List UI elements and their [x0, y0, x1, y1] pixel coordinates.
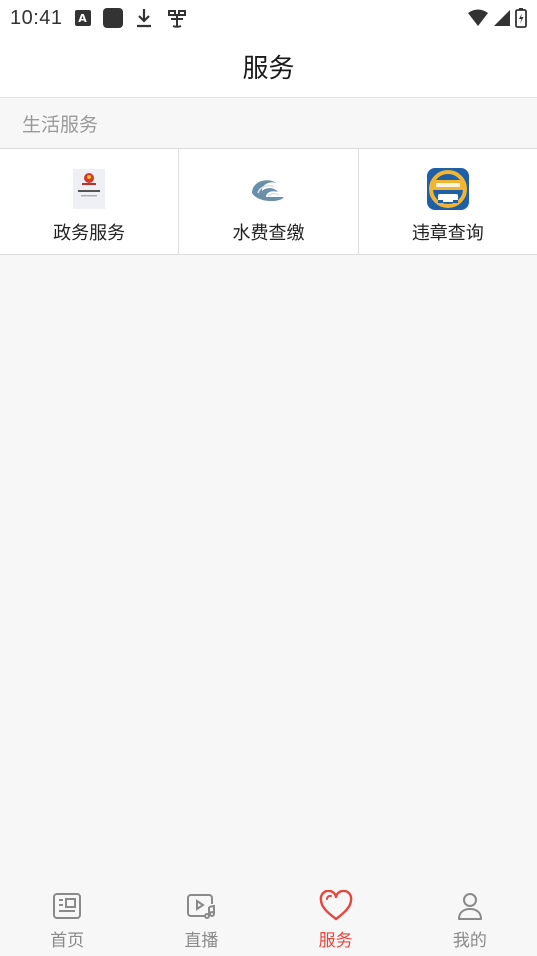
square-icon: [102, 8, 123, 28]
app-header: 服务: [0, 36, 537, 98]
government-emblem-icon: [67, 167, 111, 211]
status-left: 10:41 A: [10, 6, 189, 30]
heart-icon: [318, 888, 354, 924]
nav-item-mine[interactable]: 我的: [403, 880, 537, 956]
newspaper-icon: [49, 888, 85, 924]
bottom-nav: 首页 直播 服务 我的: [0, 880, 537, 956]
download-icon: [135, 7, 153, 29]
service-label: 违章查询: [411, 223, 484, 244]
live-video-icon: [183, 888, 219, 924]
status-bar: 10:41 A: [0, 0, 537, 36]
wifi-icon: [467, 9, 489, 27]
nav-item-live[interactable]: 直播: [134, 880, 268, 956]
nav-item-home[interactable]: 首页: [0, 880, 134, 956]
service-item-government[interactable]: 政务服务: [0, 149, 180, 254]
status-right: [467, 8, 527, 28]
bug-icon: [165, 6, 189, 30]
nav-label: 我的: [452, 931, 487, 951]
status-time: 10:41: [10, 6, 63, 29]
screen: 10:41 A 服务 生活服务 政务服务 水费查缴 违章查询 首页 直播 服务 …: [0, 0, 537, 956]
traffic-violation-icon: [426, 167, 470, 211]
section-title: 生活服务: [22, 114, 99, 136]
page-title: 服务: [242, 54, 295, 84]
water-waves-icon: [246, 167, 290, 211]
nav-label: 首页: [50, 931, 85, 951]
nav-label: 直播: [184, 931, 219, 951]
service-item-water-fee[interactable]: 水费查缴: [179, 149, 359, 254]
signal-icon: [493, 9, 511, 27]
nav-label: 服务: [318, 931, 353, 951]
nav-item-service[interactable]: 服务: [269, 880, 403, 956]
battery-charging-icon: [515, 8, 527, 28]
a-badge-icon: A: [74, 10, 91, 26]
service-label: 水费查缴: [232, 223, 305, 244]
user-icon: [452, 888, 488, 924]
service-label: 政务服务: [53, 223, 126, 244]
service-item-violation[interactable]: 违章查询: [358, 149, 537, 254]
service-grid: 政务服务 水费查缴 违章查询: [0, 148, 537, 255]
